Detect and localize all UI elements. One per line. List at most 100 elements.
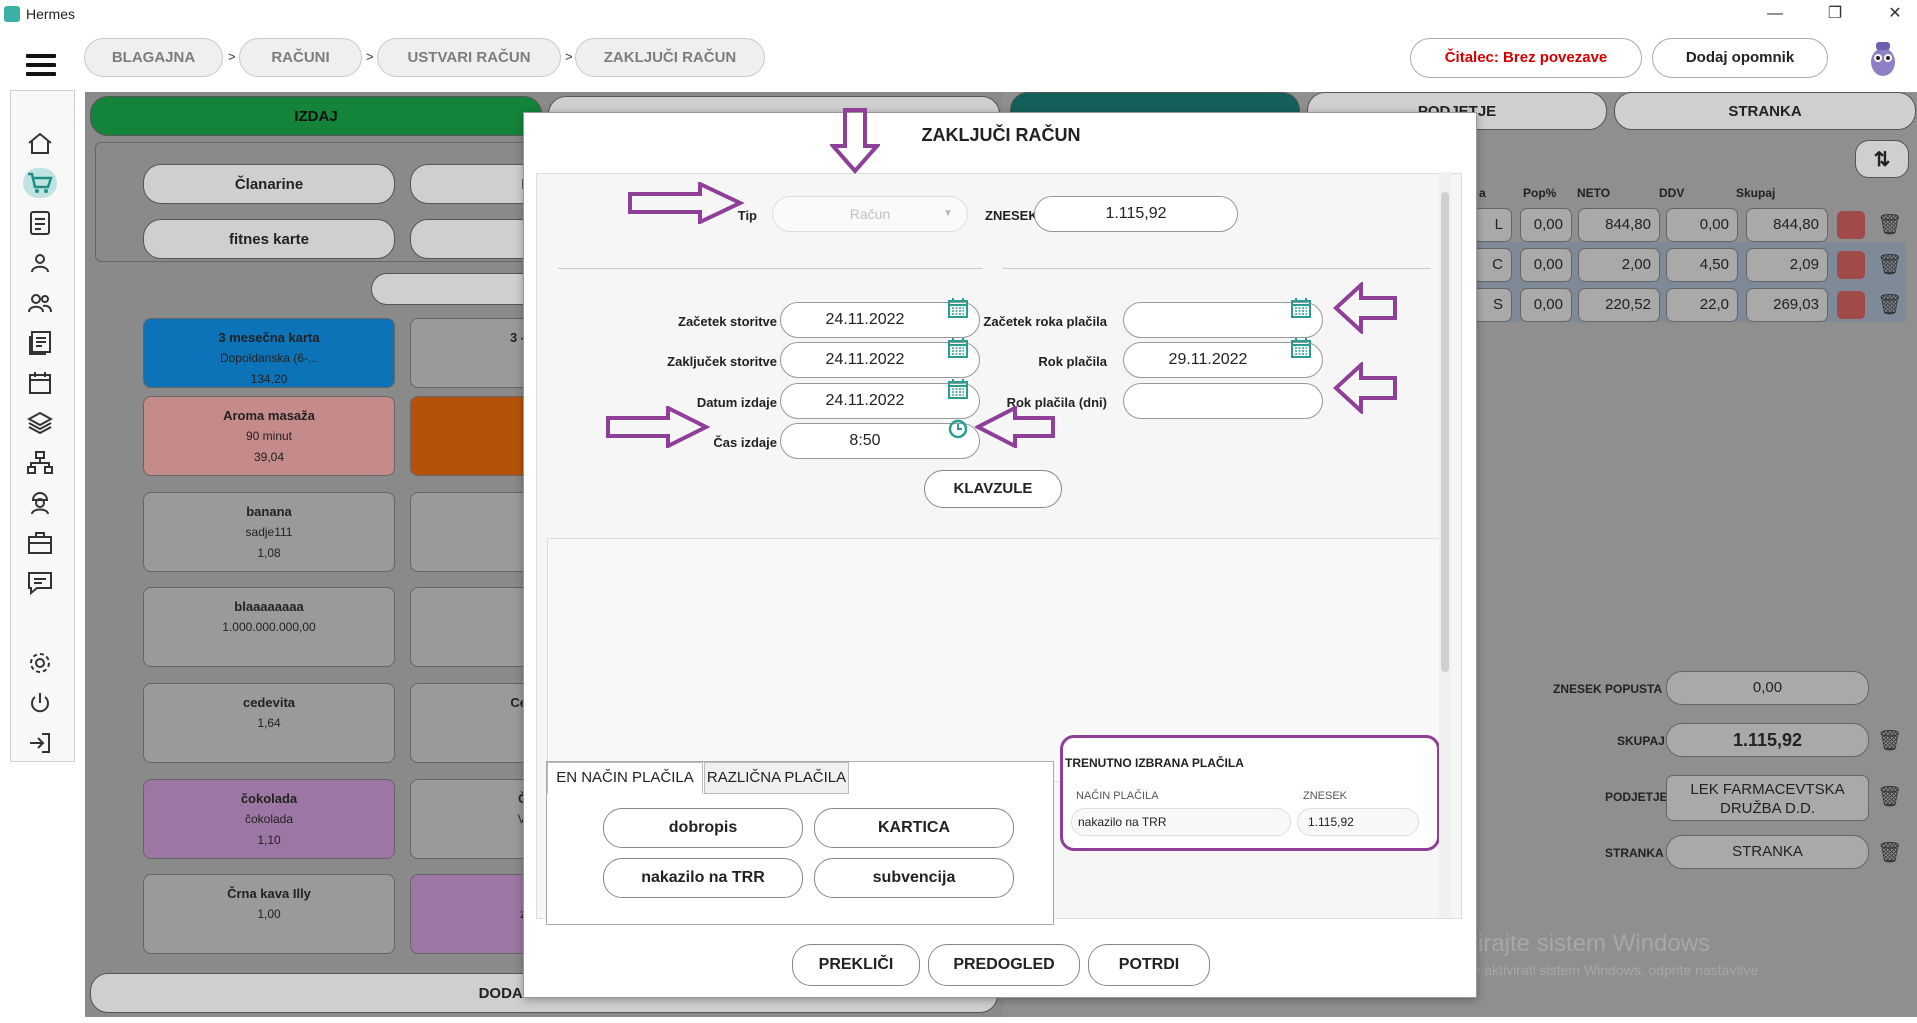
product-tile[interactable]: 3 mesečna karta Dopoldanska (6-... 134,20 xyxy=(143,318,395,388)
reader-status-button[interactable]: Čitalec: Brez povezave xyxy=(1410,38,1642,78)
divider xyxy=(1003,268,1431,269)
category-button[interactable]: fitnes karte xyxy=(143,219,395,259)
users-icon[interactable] xyxy=(23,288,57,318)
trash-icon[interactable]: 🗑 xyxy=(1877,728,1902,753)
payment-tabs: EN NAČIN PLAČILA RAZLIČNA PLAČILA dobrop… xyxy=(546,761,1054,925)
trash-icon[interactable]: 🗑 xyxy=(1877,252,1902,277)
annotation-arrow-left-icon xyxy=(1333,282,1397,334)
row-ddv[interactable]: 0,00 xyxy=(1666,208,1738,242)
row-skupaj[interactable]: 844,80 xyxy=(1746,208,1828,242)
payment-method-button[interactable]: dobropis xyxy=(603,808,803,848)
trash-icon[interactable]: 🗑 xyxy=(1877,784,1902,809)
power-icon[interactable] xyxy=(23,688,57,718)
company-field[interactable]: LEK FARMACEVTSKA DRUŽBA D.D. xyxy=(1666,775,1869,821)
product-tile[interactable]: cedevita 1,64 xyxy=(143,683,395,763)
product-price: 1,10 xyxy=(257,833,281,847)
breadcrumb-separator: > xyxy=(366,49,374,64)
row-neto[interactable]: 844,80 xyxy=(1578,208,1660,242)
avatar[interactable] xyxy=(1866,40,1900,78)
row-code[interactable]: L xyxy=(1472,208,1512,242)
trash-icon[interactable]: 🗑 xyxy=(1877,212,1902,237)
list-icon[interactable] xyxy=(23,328,57,358)
trash-icon[interactable]: 🗑 xyxy=(1877,292,1902,317)
trash-icon[interactable]: 🗑 xyxy=(1877,840,1902,865)
row-neto[interactable]: 2,00 xyxy=(1578,248,1660,282)
row-ddv[interactable]: 4,50 xyxy=(1666,248,1738,282)
row-ddv[interactable]: 22,0 xyxy=(1666,288,1738,322)
chat-icon[interactable] xyxy=(23,568,57,598)
payment-method-button[interactable]: subvencija xyxy=(814,858,1014,898)
logout-icon[interactable] xyxy=(23,728,57,758)
selected-amount: 1.115,92 xyxy=(1297,808,1419,836)
service-start-label: Začetek storitve xyxy=(678,314,777,329)
calendar-icon[interactable] xyxy=(23,368,57,398)
breadcrumb-zakljuci-racun[interactable]: ZAKLJUČI RAČUN xyxy=(575,38,765,77)
tab-single-payment[interactable]: EN NAČIN PLAČILA xyxy=(547,762,703,794)
breadcrumb-blagajna[interactable]: BLAGAJNA xyxy=(84,38,223,77)
tab-izdaj[interactable]: IZDAJ xyxy=(90,96,542,136)
briefcase-icon[interactable] xyxy=(23,528,57,558)
col-header: a xyxy=(1479,186,1486,200)
scroll-thumb[interactable] xyxy=(1441,192,1449,672)
clock-icon[interactable] xyxy=(948,419,968,439)
menu-icon[interactable] xyxy=(26,54,56,76)
row-pop[interactable]: 0,00 xyxy=(1520,288,1572,322)
payment-method-button[interactable]: nakazilo na TRR xyxy=(603,858,803,898)
row-pop[interactable]: 0,00 xyxy=(1520,208,1572,242)
hierarchy-icon[interactable] xyxy=(23,448,57,478)
row-pop[interactable]: 0,00 xyxy=(1520,248,1572,282)
close-button[interactable]: ✕ xyxy=(1880,2,1910,26)
selected-payments-box: TRENUTNO IZBRANA PLAČILA NAČIN PLAČILA Z… xyxy=(1060,735,1440,851)
edit-icon[interactable] xyxy=(1837,211,1865,239)
row-skupaj[interactable]: 2,09 xyxy=(1746,248,1828,282)
confirm-button[interactable]: POTRDI xyxy=(1088,944,1210,986)
category-button[interactable]: Članarine xyxy=(143,164,395,204)
product-tile[interactable]: banana sadje111 1,08 xyxy=(143,492,395,572)
calendar-icon[interactable] xyxy=(1291,338,1311,358)
layers-icon[interactable] xyxy=(23,408,57,438)
cancel-button[interactable]: PREKLIČI xyxy=(792,944,920,986)
row-code[interactable]: S xyxy=(1472,288,1512,322)
product-tile[interactable]: Črna kava Illy 1,00 xyxy=(143,874,395,954)
calendar-icon[interactable] xyxy=(948,298,968,318)
product-tile[interactable]: čokolada čokolada 1,10 xyxy=(143,779,395,859)
amount-field[interactable]: 1.115,92 xyxy=(1034,196,1238,232)
tab-stranka[interactable]: STRANKA xyxy=(1614,92,1916,130)
document-icon[interactable] xyxy=(23,208,57,238)
product-tile[interactable]: Aroma masaža 90 minut 39,04 xyxy=(143,396,395,476)
type-select[interactable]: Račun ▼ xyxy=(772,196,968,232)
restore-button[interactable]: ❐ xyxy=(1820,2,1850,26)
cart-icon[interactable] xyxy=(23,168,57,198)
chevron-down-icon: ▼ xyxy=(943,208,953,219)
calendar-icon[interactable] xyxy=(948,379,968,399)
tab-multiple-payments[interactable]: RAZLIČNA PLAČILA xyxy=(704,762,849,794)
breadcrumb-ustvari-racun[interactable]: USTVARI RAČUN xyxy=(377,38,561,77)
edit-icon[interactable] xyxy=(1837,251,1865,279)
calendar-icon[interactable] xyxy=(1291,298,1311,318)
worker-icon[interactable] xyxy=(23,488,57,518)
home-icon[interactable] xyxy=(23,128,57,158)
row-skupaj[interactable]: 269,03 xyxy=(1746,288,1828,322)
user-icon[interactable] xyxy=(23,248,57,278)
preview-button[interactable]: PREDOGLED xyxy=(928,944,1080,986)
payment-method-button[interactable]: KARTICA xyxy=(814,808,1014,848)
row-code[interactable]: C xyxy=(1472,248,1512,282)
product-tile[interactable]: blaaaaaaaa 1.000.000.000,00 xyxy=(143,587,395,667)
edit-icon[interactable] xyxy=(1837,291,1865,319)
product-price: 1.000.000.000,00 xyxy=(222,620,316,634)
calendar-icon[interactable] xyxy=(948,338,968,358)
row-neto[interactable]: 220,52 xyxy=(1578,288,1660,322)
dialog-scrollbar[interactable] xyxy=(1439,172,1451,918)
clauses-button[interactable]: KLAVZULE xyxy=(924,470,1062,508)
type-value: Račun xyxy=(849,206,891,222)
sort-icon[interactable]: ⇅ xyxy=(1855,140,1909,178)
add-reminder-button[interactable]: Dodaj opomnik xyxy=(1652,38,1828,78)
annotation-arrow-left-icon xyxy=(1333,362,1397,414)
total-label: SKUPAJ xyxy=(1617,734,1665,748)
discount-field[interactable]: 0,00 xyxy=(1666,671,1869,705)
due-days-field[interactable] xyxy=(1123,383,1323,419)
customer-field[interactable]: STRANKA xyxy=(1666,835,1869,869)
gear-icon[interactable] xyxy=(23,648,57,678)
breadcrumb-racuni[interactable]: RAČUNI xyxy=(239,38,362,77)
minimize-button[interactable]: — xyxy=(1760,2,1790,26)
